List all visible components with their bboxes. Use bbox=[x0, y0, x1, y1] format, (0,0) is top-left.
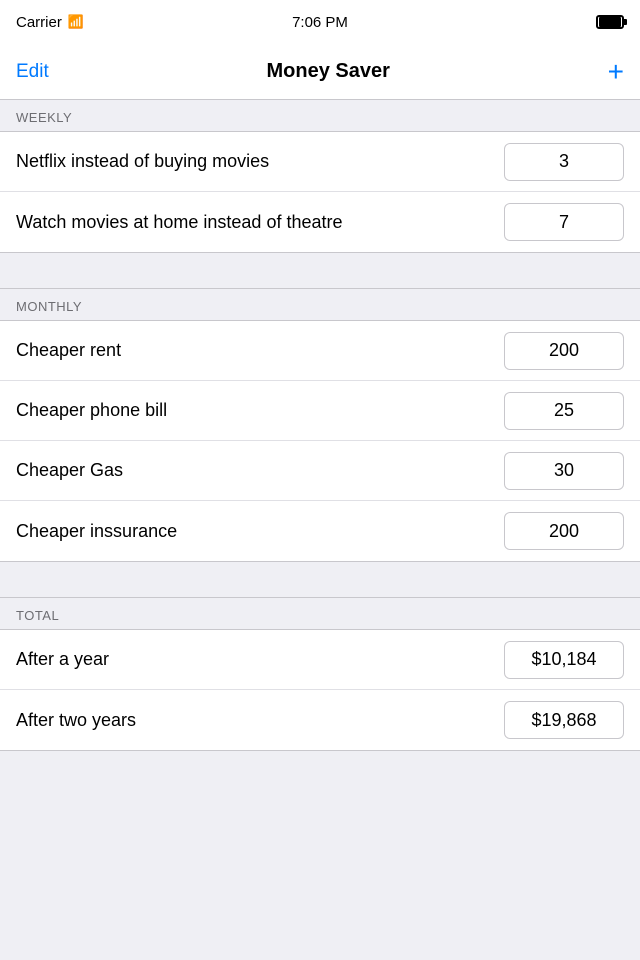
status-bar: Carrier 📶 7:06 PM bbox=[0, 0, 640, 44]
wifi-icon: 📶 bbox=[68, 14, 84, 30]
content: WEEKLYNetflix instead of buying movies3W… bbox=[0, 100, 640, 751]
row-value-box[interactable]: 25 bbox=[504, 392, 624, 430]
table-row: Watch movies at home instead of theatre7 bbox=[0, 192, 640, 252]
status-bar-right bbox=[524, 15, 624, 29]
row-value-box[interactable]: $10,184 bbox=[504, 641, 624, 679]
table-row: Cheaper rent200 bbox=[0, 321, 640, 381]
carrier-label: Carrier bbox=[16, 14, 62, 31]
battery-icon bbox=[596, 15, 624, 29]
table-row: After two years$19,868 bbox=[0, 690, 640, 750]
row-label: After two years bbox=[16, 710, 504, 731]
status-bar-time: 7:06 PM bbox=[292, 14, 348, 31]
status-bar-left: Carrier 📶 bbox=[16, 14, 116, 31]
section-header-total: TOTAL bbox=[0, 598, 640, 630]
row-label: Netflix instead of buying movies bbox=[16, 151, 504, 172]
battery-fill bbox=[599, 17, 621, 27]
section-gap bbox=[0, 253, 640, 289]
row-label: Cheaper rent bbox=[16, 340, 504, 361]
row-label: Cheaper phone bill bbox=[16, 400, 504, 421]
section-header-weekly: WEEKLY bbox=[0, 100, 640, 132]
row-value-box[interactable]: 30 bbox=[504, 452, 624, 490]
table-row: After a year$10,184 bbox=[0, 630, 640, 690]
row-label: After a year bbox=[16, 649, 504, 670]
section-header-monthly: MONTHLY bbox=[0, 289, 640, 321]
row-value-box[interactable]: $19,868 bbox=[504, 701, 624, 739]
row-value-box[interactable]: 7 bbox=[504, 203, 624, 241]
table-row: Cheaper Gas30 bbox=[0, 441, 640, 501]
nav-bar: Edit Money Saver + bbox=[0, 44, 640, 100]
table-section-weekly: Netflix instead of buying movies3Watch m… bbox=[0, 132, 640, 253]
table-section-monthly: Cheaper rent200Cheaper phone bill25Cheap… bbox=[0, 321, 640, 562]
edit-button[interactable]: Edit bbox=[16, 61, 49, 83]
row-value-box[interactable]: 200 bbox=[504, 512, 624, 550]
row-value-box[interactable]: 200 bbox=[504, 332, 624, 370]
row-label: Cheaper Gas bbox=[16, 460, 504, 481]
table-section-total: After a year$10,184After two years$19,86… bbox=[0, 630, 640, 751]
table-row: Cheaper inssurance200 bbox=[0, 501, 640, 561]
table-row: Cheaper phone bill25 bbox=[0, 381, 640, 441]
row-label: Cheaper inssurance bbox=[16, 521, 504, 542]
row-value-box[interactable]: 3 bbox=[504, 143, 624, 181]
table-row: Netflix instead of buying movies3 bbox=[0, 132, 640, 192]
add-button[interactable]: + bbox=[608, 58, 624, 86]
nav-title: Money Saver bbox=[267, 60, 390, 83]
page-bottom bbox=[0, 751, 640, 791]
section-gap bbox=[0, 562, 640, 598]
row-label: Watch movies at home instead of theatre bbox=[16, 212, 504, 233]
